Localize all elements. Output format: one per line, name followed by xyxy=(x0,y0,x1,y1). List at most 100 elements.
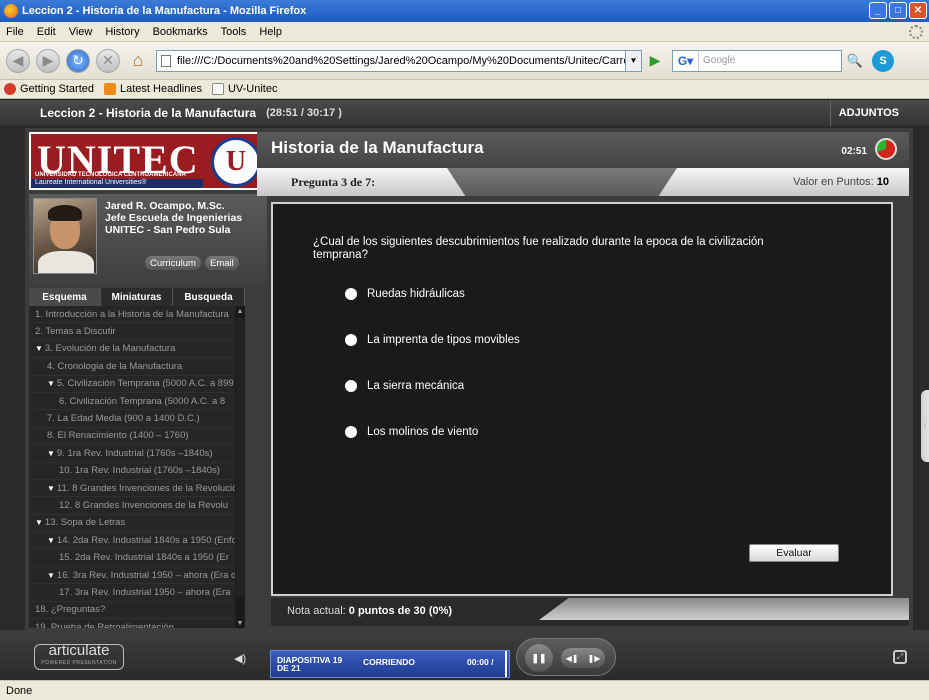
volume-icon[interactable]: ◀) xyxy=(234,652,246,665)
expand-arrow-icon[interactable]: ▼ xyxy=(47,484,55,493)
bookmark-uv-unitec[interactable]: UV-Unitec xyxy=(211,83,278,95)
answer-option[interactable]: Ruedas hidráulicas xyxy=(345,288,465,300)
menu-file[interactable]: File xyxy=(6,26,24,38)
menu-view[interactable]: View xyxy=(69,26,93,38)
bookmark-getting-started[interactable]: Getting Started xyxy=(4,83,94,95)
outline-item-label: 17. 3ra Rev. Industrial 1950 – ahora (Er… xyxy=(59,586,231,598)
search-icon[interactable]: 🔍 xyxy=(844,50,866,72)
outline-item[interactable]: 12. 8 Grandes Invenciones de la Revolu xyxy=(29,497,235,515)
logo-tagline: UNIVERSIDAD TECNOLOGICA CENTROAMERICANA xyxy=(35,172,186,178)
pause-icon[interactable]: ❚❚ xyxy=(525,644,553,672)
outline-item[interactable]: 17. 3ra Rev. Industrial 1950 – ahora (Er… xyxy=(29,584,235,602)
outline-item[interactable]: 15. 2da Rev. Industrial 1840s a 1950 (Er xyxy=(29,549,235,567)
outline-item[interactable]: 6. Civilización Temprana (5000 A.C. a 8 xyxy=(29,393,235,411)
tab-esquema[interactable]: Esquema xyxy=(29,288,101,306)
brand-subtitle: POWERED PRESENTATION xyxy=(41,660,117,666)
menu-history[interactable]: History xyxy=(105,26,139,38)
evaluar-button[interactable]: Evaluar xyxy=(749,544,839,562)
answer-option[interactable]: La sierra mecánica xyxy=(345,380,464,392)
bookmark-label: Getting Started xyxy=(20,83,94,95)
email-button[interactable]: Email xyxy=(205,256,239,270)
window-titlebar: Leccion 2 - Historia de la Manufactura -… xyxy=(0,0,929,22)
expand-arrow-icon[interactable]: ▼ xyxy=(47,449,55,458)
logo-mark: U xyxy=(211,137,261,187)
outline-item[interactable]: ▼ 16. 3ra Rev. Industrial 1950 – ahora (E… xyxy=(29,567,235,585)
curriculum-button[interactable]: Curriculum xyxy=(145,256,201,270)
option-label: La imprenta de tipos movibles xyxy=(367,334,520,346)
outline-item[interactable]: ▼ 11. 8 Grandes Invenciones de la Revoluc… xyxy=(29,480,235,498)
answer-option[interactable]: La imprenta de tipos movibles xyxy=(345,334,520,346)
url-dropdown-icon[interactable]: ▼ xyxy=(626,49,642,72)
search-input[interactable]: G▾ Google xyxy=(672,49,842,72)
previous-slide-icon[interactable]: ◀❚ xyxy=(566,654,579,663)
panel-resize-handle[interactable]: ⋮⋮ xyxy=(921,390,929,462)
outline-item[interactable]: 19. Prueba de Retroalimentación xyxy=(29,619,235,628)
go-icon[interactable]: ▶ xyxy=(644,50,666,72)
outline-item-label: 11. 8 Grandes Invenciones de la Revoluci… xyxy=(56,482,235,494)
presentation-player: Leccion 2 - Historia de la Manufactura (… xyxy=(0,100,929,682)
attachments-button[interactable]: ADJUNTOS xyxy=(829,100,899,126)
outline-item[interactable]: 1. Introducción a la Historia de la Manu… xyxy=(29,306,235,324)
reload-icon[interactable]: ↻ xyxy=(66,48,90,73)
forward-icon[interactable]: ▶ xyxy=(36,48,60,73)
outline-item[interactable]: ▼ 9. 1ra Rev. Industrial (1760s –1840s) xyxy=(29,445,235,463)
outline-item[interactable]: ▼ 3. Evolución de la Manufactura xyxy=(29,341,235,359)
search-placeholder: Google xyxy=(703,55,736,66)
menu-tools[interactable]: Tools xyxy=(221,26,247,38)
outline-item-label: 1. Introducción a la Historia de la Manu… xyxy=(35,308,229,320)
outline-item[interactable]: 10. 1ra Rev. Industrial (1760s –1840s) xyxy=(29,463,235,480)
home-icon[interactable]: ⌂ xyxy=(126,49,150,73)
score-label: Nota actual: xyxy=(287,605,346,617)
close-icon[interactable]: ✕ xyxy=(909,2,927,19)
outline-item-label: 18. ¿Preguntas? xyxy=(35,604,106,616)
maximize-icon[interactable]: □ xyxy=(889,2,907,19)
expand-arrow-icon[interactable]: ▼ xyxy=(35,344,43,353)
expand-arrow-icon[interactable]: ▼ xyxy=(47,536,55,545)
radio-button[interactable] xyxy=(345,334,357,346)
scroll-thumb[interactable] xyxy=(236,318,244,598)
slide-clock: 02:51 xyxy=(841,146,867,157)
outline-item[interactable]: ▼ 13. Sopa de Letras xyxy=(29,515,235,533)
outline-item[interactable]: 2. Temas a Discutir xyxy=(29,323,235,341)
brand-name: articulate xyxy=(48,642,110,659)
menu-bookmarks[interactable]: Bookmarks xyxy=(153,26,208,38)
window-controls: _ □ ✕ xyxy=(869,2,927,19)
radio-button[interactable] xyxy=(345,288,357,300)
outline-item[interactable]: 8. El Renacimiento (1400 – 1760) xyxy=(29,428,235,446)
google-icon[interactable]: G▾ xyxy=(673,50,699,71)
minimize-icon[interactable]: _ xyxy=(869,2,887,19)
fullscreen-icon[interactable]: ⤢ xyxy=(893,650,907,664)
outline-item-label: 15. 2da Rev. Industrial 1840s a 1950 (Er xyxy=(59,552,229,564)
bookmark-label: UV-Unitec xyxy=(227,83,278,95)
expand-arrow-icon[interactable]: ▼ xyxy=(47,379,55,388)
outline-item[interactable]: 18. ¿Preguntas? xyxy=(29,602,235,620)
course-title: Leccion 2 - Historia de la Manufactura xyxy=(40,106,257,120)
scroll-up-icon[interactable]: ▲ xyxy=(235,306,245,316)
expand-arrow-icon[interactable]: ▼ xyxy=(35,518,43,527)
outline-item[interactable]: 4. Cronologia de la Manufactura xyxy=(29,358,235,376)
back-icon[interactable]: ◀ xyxy=(6,48,30,73)
page-icon xyxy=(211,83,224,95)
radio-button[interactable] xyxy=(345,426,357,438)
tab-miniaturas[interactable]: Miniaturas xyxy=(101,288,173,306)
outline-item[interactable]: ▼ 14. 2da Rev. Industrial 1840s a 1950 (E… xyxy=(29,532,235,550)
tab-busqueda[interactable]: Busqueda xyxy=(173,288,245,306)
url-bar[interactable]: file:///C:/Documents%20and%20Settings/Ja… xyxy=(156,49,626,72)
playback-time: 00:00 / xyxy=(467,657,494,667)
skype-icon[interactable]: S xyxy=(872,49,894,72)
stop-icon[interactable]: ✕ xyxy=(96,48,120,73)
outline-scrollbar[interactable]: ▲ ▼ xyxy=(235,306,245,628)
outline-item[interactable]: ▼ 5. Civilización Temprana (5000 A.C. a 8… xyxy=(29,376,235,393)
scroll-down-icon[interactable]: ▼ xyxy=(235,618,245,628)
expand-arrow-icon[interactable]: ▼ xyxy=(47,571,55,580)
progress-marker[interactable] xyxy=(505,651,507,677)
outline-item[interactable]: 7. La Edad Media (900 a 1400 D.C.) xyxy=(29,410,235,428)
bookmark-latest-headlines[interactable]: Latest Headlines xyxy=(104,83,202,95)
radio-button[interactable] xyxy=(345,380,357,392)
playback-status: DIAPOSITIVA 19 DE 21 CORRIENDO 00:00 / xyxy=(270,650,510,678)
menu-help[interactable]: Help xyxy=(259,26,282,38)
answer-option[interactable]: Los molinos de viento xyxy=(345,426,478,438)
menu-edit[interactable]: Edit xyxy=(37,26,56,38)
next-slide-icon[interactable]: ❚▶ xyxy=(588,654,601,663)
option-label: Los molinos de viento xyxy=(367,426,479,438)
